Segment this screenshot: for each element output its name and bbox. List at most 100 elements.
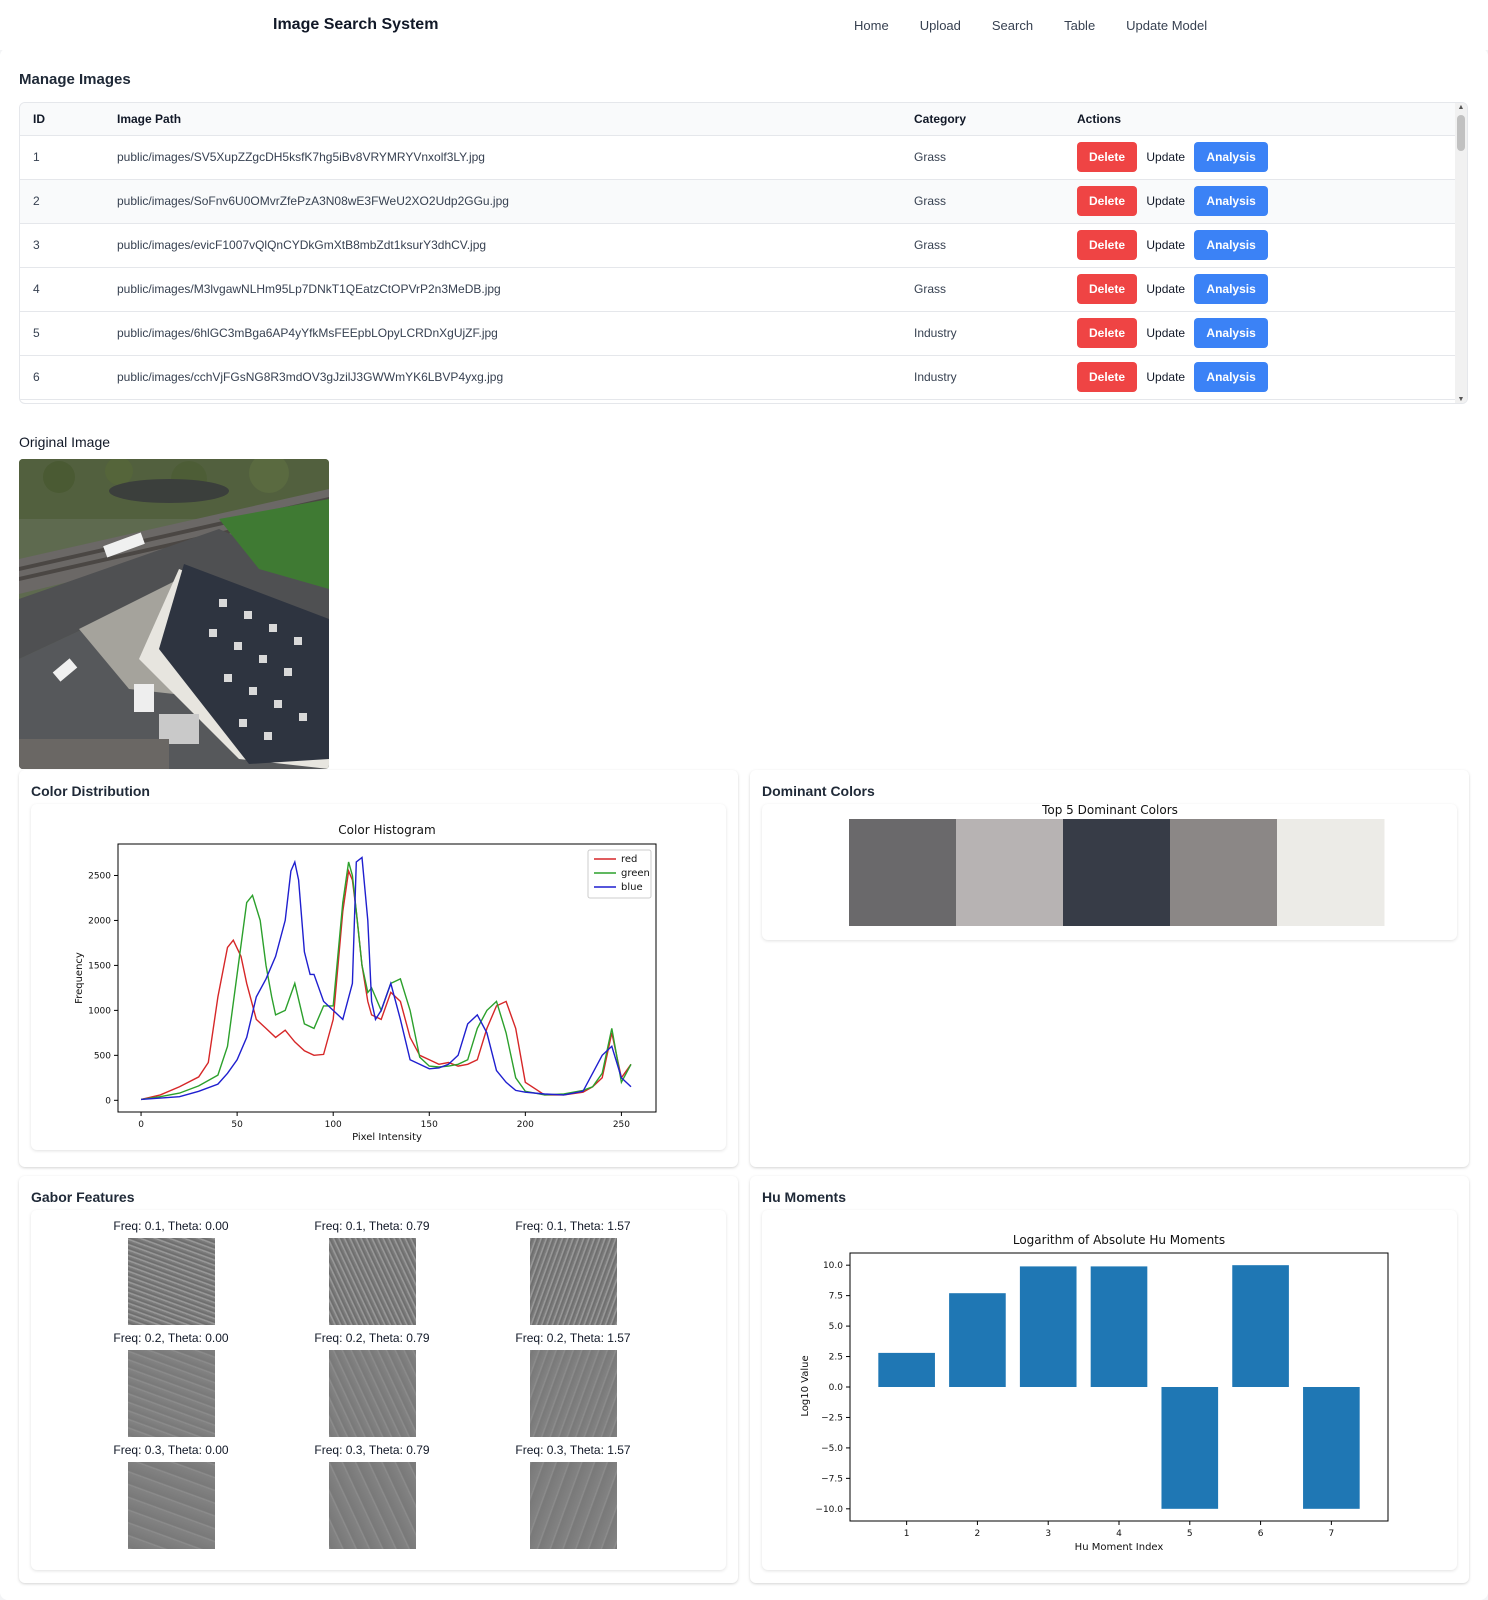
gabor-response-image [529, 1462, 617, 1549]
scroll-down-arrow-icon[interactable]: ▼ [1457, 396, 1465, 403]
row-id: 3 [20, 223, 104, 268]
update-button[interactable]: Update [1140, 274, 1191, 304]
dominant-chart-title: Top 5 Dominant Colors [1041, 804, 1178, 817]
delete-button[interactable]: Delete [1077, 318, 1138, 348]
x-tick-label: 100 [325, 1120, 342, 1130]
delete-button[interactable]: Delete [1077, 362, 1138, 392]
histogram-card: Color Histogram 0 50 100 150 200 250 0 500 1000… [31, 804, 726, 1150]
x-tick-label: 3 [1045, 1529, 1051, 1539]
legend-blue: blue [621, 882, 643, 893]
x-tick-label: 250 [613, 1120, 630, 1130]
navbar: Image Search System Home Upload Search T… [0, 0, 1488, 50]
gabor-item: Freq: 0.2, Theta: 0.00 [71, 1330, 271, 1437]
scroll-up-arrow-icon[interactable]: ▲ [1457, 104, 1465, 112]
analysis-button[interactable]: Analysis [1194, 362, 1268, 392]
gabor-features-panel: Gabor Features Freq: 0.1, Theta: 0.00 Fre… [19, 1176, 738, 1583]
row-id: 2 [20, 179, 104, 224]
gabor-grid-card: Freq: 0.1, Theta: 0.00 Freq: 0.1, Theta: … [31, 1210, 726, 1570]
update-button[interactable]: Update [1140, 186, 1191, 216]
dominant-colors-panel: Dominant Colors Top 5 Dominant Colors [750, 770, 1469, 1167]
original-image [19, 459, 329, 769]
nav-update-model[interactable]: Update Model [1126, 18, 1207, 33]
delete-button[interactable]: Delete [1077, 230, 1138, 260]
dominant-color-swatch [1277, 819, 1385, 926]
series-line-blue [141, 856, 632, 1101]
dominant-color-swatch [1170, 819, 1278, 926]
update-button[interactable]: Update [1140, 362, 1191, 392]
hu-xlabel: Hu Moment Index [1075, 1542, 1164, 1553]
x-tick-label: 5 [1187, 1529, 1193, 1539]
gabor-label: Freq: 0.3, Theta: 0.00 [113, 1443, 229, 1457]
row-path: public/images/M3lvgawNLHm95Lp7DNkT1QEatz… [104, 267, 901, 312]
update-button[interactable]: Update [1140, 230, 1191, 260]
histogram-plot-frame [117, 843, 657, 1113]
delete-button[interactable]: Delete [1077, 186, 1138, 216]
nav-table[interactable]: Table [1064, 18, 1095, 33]
row-actions: Delete Update Analysis [1064, 311, 1456, 356]
histogram-title: Color Histogram [338, 823, 435, 837]
hu-bar [1161, 1387, 1219, 1509]
analysis-button[interactable]: Analysis [1194, 318, 1268, 348]
gabor-item: Freq: 0.2, Theta: 0.79 [272, 1330, 472, 1437]
analysis-button[interactable]: Analysis [1194, 186, 1268, 216]
table-scrollbar[interactable]: ▲ ▼ [1455, 103, 1467, 403]
x-tick-label: 2 [975, 1529, 981, 1539]
gabor-label: Freq: 0.3, Theta: 1.57 [515, 1443, 631, 1457]
x-tick-label: 50 [231, 1120, 243, 1130]
series-line-green [141, 861, 632, 1101]
analysis-button[interactable]: Analysis [1194, 230, 1268, 260]
col-category: Category [901, 103, 1064, 136]
app-title[interactable]: Image Search System [273, 16, 438, 34]
hu-moments-title: Hu Moments [762, 1189, 846, 1205]
row-category: Industry [901, 311, 1064, 356]
gabor-item: Freq: 0.3, Theta: 1.57 [473, 1442, 673, 1549]
hu-bar [878, 1352, 935, 1387]
analysis-button[interactable]: Analysis [1194, 274, 1268, 304]
histogram-x-ticks: 0 50 100 150 200 250 [138, 1112, 630, 1130]
x-tick-label: 7 [1329, 1529, 1335, 1539]
gabor-label: Freq: 0.2, Theta: 0.79 [314, 1331, 430, 1345]
original-image-title: Original Image [19, 434, 111, 450]
gabor-features-title: Gabor Features [31, 1189, 135, 1205]
scroll-thumb[interactable] [1457, 115, 1465, 151]
delete-button[interactable]: Delete [1077, 274, 1138, 304]
images-table: ID Image Path Category Actions 1 public/… [20, 103, 1456, 403]
row-path: public/images/cchVjFGsNG8R3mdOV3gJzilJ3G… [104, 355, 901, 400]
table-row: 1 public/images/SV5XupZZgcDH5ksfK7hg5iBv… [20, 135, 1456, 180]
table-row: 2 public/images/SoFnv6U0OMvrZfePzA3N08wE… [20, 179, 1456, 224]
row-id: 6 [20, 355, 104, 400]
gabor-response-image [328, 1350, 416, 1437]
row-id: 5 [20, 311, 104, 356]
table-header-row: ID Image Path Category Actions [20, 103, 1456, 136]
gabor-response-image [529, 1350, 617, 1437]
hu-moments-panel: Hu Moments Logarithm of Absolute Hu Mome… [750, 1176, 1469, 1583]
col-id: ID [20, 103, 104, 136]
nav-links: Home Upload Search Table Update Model [854, 18, 1238, 33]
y-tick-label: 1000 [88, 1006, 111, 1016]
row-actions: Delete Update Analysis [1064, 179, 1456, 224]
gabor-item: Freq: 0.3, Theta: 0.00 [71, 1442, 271, 1549]
delete-button[interactable]: Delete [1077, 142, 1138, 172]
series-line-red [140, 868, 632, 1101]
row-path: public/images/SV5XupZZgcDH5ksfK7hg5iBv8V… [104, 135, 901, 180]
y-tick-label: 0 [105, 1096, 111, 1106]
nav-upload[interactable]: Upload [920, 18, 961, 33]
hu-y-ticks: 10.0 7.5 5.0 2.5 0.0 −2.5 −5.0 −7.5 −10.0 [815, 1261, 850, 1515]
table-row: 4 public/images/M3lvgawNLHm95Lp7DNkT1QEa… [20, 267, 1456, 312]
hu-moments-card: Logarithm of Absolute Hu Moments 10.0 7.5… [762, 1210, 1457, 1570]
x-tick-label: 1 [904, 1529, 910, 1539]
update-button[interactable]: Update [1140, 318, 1191, 348]
dominant-color-swatch [1063, 819, 1171, 926]
hu-x-ticks: 1 2 3 4 5 6 7 [904, 1521, 1334, 1539]
color-histogram-chart: Color Histogram 0 50 100 150 200 250 0 500 1000… [74, 823, 657, 1143]
gabor-item: Freq: 0.1, Theta: 1.57 [473, 1218, 673, 1325]
row-actions: Delete Update Analysis [1064, 267, 1456, 312]
analysis-button[interactable]: Analysis [1194, 142, 1268, 172]
images-table-container[interactable]: ID Image Path Category Actions 1 public/… [19, 102, 1468, 404]
nav-search[interactable]: Search [992, 18, 1033, 33]
nav-home[interactable]: Home [854, 18, 889, 33]
histogram-lines [140, 856, 632, 1101]
hu-bar [1019, 1266, 1077, 1387]
update-button[interactable]: Update [1140, 142, 1191, 172]
col-actions: Actions [1064, 103, 1456, 136]
